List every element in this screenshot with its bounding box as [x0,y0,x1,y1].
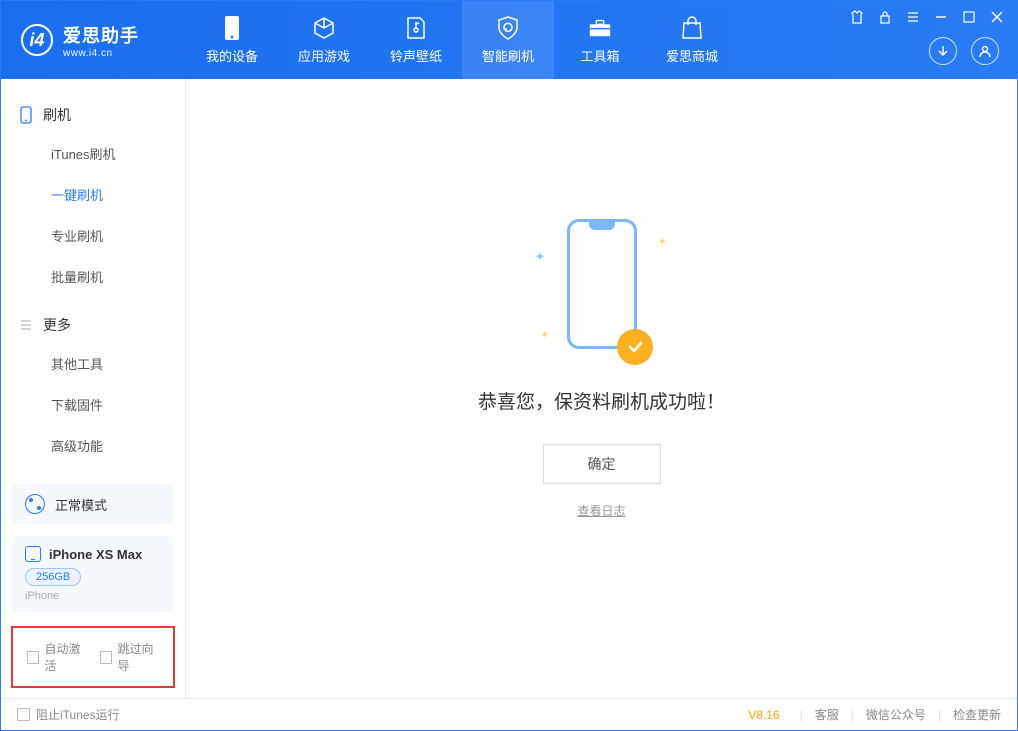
checkbox-icon [17,708,30,721]
nav-tabs: 我的设备 应用游戏 铃声壁纸 智能刷机 工具箱 爱思商城 [186,1,738,79]
tab-label: 智能刷机 [482,46,534,65]
mode-label: 正常模式 [55,495,107,514]
shirt-icon[interactable] [849,9,865,25]
sidebar-item-pro-flash[interactable]: 专业刷机 [1,215,185,256]
device-storage-badge: 256GB [25,568,81,586]
bag-icon [680,16,704,40]
window-controls [849,9,1005,25]
tab-ringtones[interactable]: 铃声壁纸 [370,1,462,79]
maximize-icon[interactable] [961,9,977,25]
header-action-buttons [929,37,999,65]
device-type: iPhone [25,590,161,602]
checkbox-label: 阻止iTunes运行 [36,706,120,723]
wechat-link[interactable]: 微信公众号 [866,706,926,723]
download-button[interactable] [929,37,957,65]
checkbox-block-itunes[interactable]: 阻止iTunes运行 [17,706,120,723]
tab-store[interactable]: 爱思商城 [646,1,738,79]
sidebar-group-more: 更多 [1,307,185,343]
sidebar: 刷机 iTunes刷机 一键刷机 专业刷机 批量刷机 更多 其他工具 下载固件 … [1,79,186,698]
checkbox-icon [100,651,112,664]
footer-right: V8.16 | 客服 | 微信公众号 | 检查更新 [748,706,1001,723]
app-name: 爱思助手 [63,22,139,48]
group-title: 更多 [43,315,71,335]
user-button[interactable] [971,37,999,65]
music-file-icon [404,16,428,40]
tab-label: 工具箱 [580,46,619,65]
version-label: V8.16 [748,708,779,722]
tab-apps-games[interactable]: 应用游戏 [278,1,370,79]
list-icon [19,318,33,332]
sidebar-item-itunes-flash[interactable]: iTunes刷机 [1,133,185,174]
sidebar-item-oneclick-flash[interactable]: 一键刷机 [1,174,185,215]
tab-toolbox[interactable]: 工具箱 [554,1,646,79]
flash-options-highlighted: 自动激活 跳过向导 [11,626,175,688]
device-name: iPhone XS Max [49,547,142,562]
checkbox-skip-wizard[interactable]: 跳过向导 [100,640,159,674]
logo-icon: i4 [21,24,53,56]
mode-icon [25,494,45,514]
tab-label: 铃声壁纸 [390,46,442,65]
toolbox-icon [588,16,612,40]
group-title: 刷机 [43,105,71,125]
checkbox-label: 自动激活 [45,640,87,674]
device-icon [220,16,244,40]
app-url: www.i4.cn [63,48,139,59]
phone-outline-icon [567,219,637,349]
check-update-link[interactable]: 检查更新 [953,706,1001,723]
menu-icon[interactable] [905,9,921,25]
sparkle-icon: ✦ [658,237,666,248]
support-link[interactable]: 客服 [815,706,839,723]
footer: 阻止iTunes运行 V8.16 | 客服 | 微信公众号 | 检查更新 [1,698,1017,730]
success-illustration: ✦ ✦ ✦ [557,219,647,359]
tab-label: 爱思商城 [666,46,718,65]
close-icon[interactable] [989,9,1005,25]
view-log-link[interactable]: 查看日志 [577,502,625,519]
sidebar-item-other-tools[interactable]: 其他工具 [1,343,185,384]
logo-area[interactable]: i4 爱思助手 www.i4.cn [1,22,186,59]
checkmark-badge-icon [617,329,653,365]
lock-icon[interactable] [877,9,893,25]
success-message: 恭喜您，保资料刷机成功啦！ [478,387,725,414]
tab-smart-flash[interactable]: 智能刷机 [462,1,554,79]
tab-label: 应用游戏 [298,46,350,65]
sparkle-icon: ✦ [535,249,546,265]
sidebar-item-batch-flash[interactable]: 批量刷机 [1,256,185,297]
minimize-icon[interactable] [933,9,949,25]
shield-refresh-icon [496,16,520,40]
checkbox-auto-activate[interactable]: 自动激活 [27,640,86,674]
logo-text: 爱思助手 www.i4.cn [63,22,139,59]
mode-box[interactable]: 正常模式 [13,484,173,524]
checkbox-label: 跳过向导 [118,640,160,674]
tab-my-device[interactable]: 我的设备 [186,1,278,79]
header: i4 爱思助手 www.i4.cn 我的设备 应用游戏 铃声壁纸 智能刷机 工具… [1,1,1017,79]
body: 刷机 iTunes刷机 一键刷机 专业刷机 批量刷机 更多 其他工具 下载固件 … [1,79,1017,698]
sidebar-item-download-firmware[interactable]: 下载固件 [1,384,185,425]
sparkle-icon: ✦ [541,330,549,341]
phone-outline-icon [19,106,33,124]
tab-label: 我的设备 [206,46,258,65]
cube-icon [312,16,336,40]
ok-button[interactable]: 确定 [543,444,661,484]
sidebar-item-advanced[interactable]: 高级功能 [1,425,185,466]
main-content: ✦ ✦ ✦ 恭喜您，保资料刷机成功啦！ 确定 查看日志 [186,79,1017,698]
checkbox-icon [27,651,39,664]
device-small-icon [25,546,41,562]
sidebar-group-flash: 刷机 [1,97,185,133]
device-box[interactable]: iPhone XS Max 256GB iPhone [13,536,173,612]
